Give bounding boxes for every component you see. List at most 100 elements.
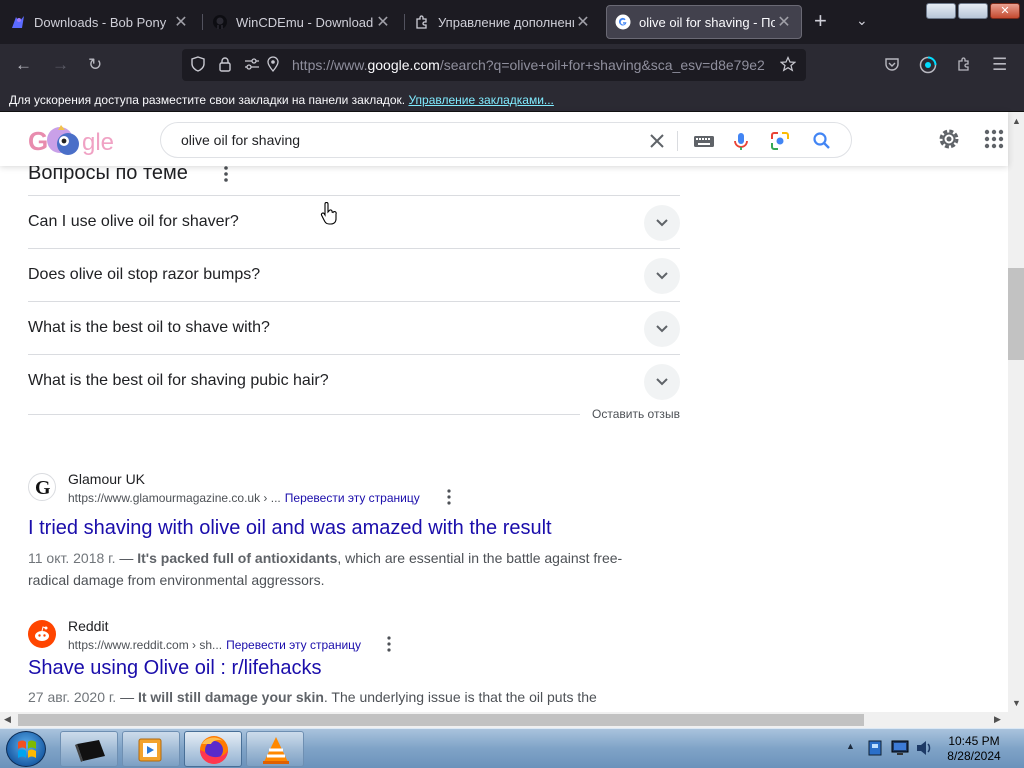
search-divider <box>677 131 678 151</box>
firefox-icon <box>200 736 228 764</box>
location-icon[interactable] <box>266 56 280 76</box>
search-box[interactable]: olive oil for shaving <box>160 122 852 158</box>
chevron-down-icon[interactable] <box>644 258 680 294</box>
chevron-down-icon[interactable] <box>644 205 680 241</box>
tab-addons-manager[interactable]: Управление дополнениями ✕ <box>406 5 600 39</box>
close-icon[interactable]: ✕ <box>775 12 793 32</box>
result-snippet: 11 окт. 2018 г. — It's packed full of an… <box>28 550 623 588</box>
tab-title: olive oil for shaving - Поиск <box>639 14 775 30</box>
vertical-scrollbar[interactable] <box>1008 112 1024 712</box>
bookmarks-toolbar: Для ускорения доступа разместите свои за… <box>0 86 1024 112</box>
lock-icon[interactable] <box>218 56 232 76</box>
menu-icon[interactable]: ☰ <box>992 56 1007 74</box>
google-doodle-logo[interactable]: G gle <box>28 124 118 158</box>
site-name[interactable]: Glamour UK <box>68 471 145 487</box>
site-name[interactable]: Reddit <box>68 618 108 634</box>
close-icon[interactable]: ✕ <box>574 12 592 32</box>
taskbar-clock[interactable]: 10:45 PM 8/28/2024 <box>934 734 1014 764</box>
close-icon[interactable]: ✕ <box>172 12 190 32</box>
address-bar[interactable]: https://www.google.com/search?q=olive+oi… <box>182 49 806 81</box>
voice-search-icon[interactable] <box>733 129 749 158</box>
horizontal-scrollbar-thumb[interactable] <box>18 714 864 726</box>
more-options-icon[interactable] <box>220 166 232 184</box>
close-window-button[interactable]: ✕ <box>990 3 1020 19</box>
vlc-icon <box>263 737 289 764</box>
more-options-icon[interactable] <box>444 488 454 506</box>
glamour-favicon[interactable]: G <box>28 473 56 501</box>
url-text[interactable]: https://www.google.com/search?q=olive+oi… <box>292 57 780 73</box>
tray-device-icon[interactable] <box>866 739 884 757</box>
taskbar-vlc[interactable] <box>246 731 304 767</box>
pocket-icon[interactable] <box>884 56 900 76</box>
clear-search-icon[interactable] <box>647 129 667 158</box>
permissions-icon[interactable] <box>244 56 260 76</box>
google-apps-icon[interactable] <box>984 129 1004 154</box>
related-question[interactable]: What is the best oil to shave with? <box>28 301 680 354</box>
related-question[interactable]: What is the best oil for shaving pubic h… <box>28 354 680 407</box>
divider <box>28 414 580 415</box>
tab-google-search[interactable]: olive oil for shaving - Поиск ✕ <box>606 5 802 39</box>
bookmark-star-icon[interactable] <box>779 56 797 76</box>
taskbar-firefox[interactable] <box>184 731 242 767</box>
downloads-progress-icon[interactable] <box>919 56 937 78</box>
feedback-link[interactable]: Оставить отзыв <box>592 407 680 421</box>
forward-button[interactable]: → <box>52 56 69 74</box>
more-options-icon[interactable] <box>384 635 394 653</box>
tab-downloads-bob-pony[interactable]: Downloads - Bob Pony ✕ <box>2 5 198 39</box>
volume-icon[interactable] <box>914 738 934 758</box>
scroll-up-arrow-icon[interactable]: ▲ <box>1012 116 1021 126</box>
google-icon <box>615 14 631 30</box>
new-tab-button[interactable]: + <box>814 10 827 32</box>
question-text: Can I use olive oil for shaver? <box>28 213 239 230</box>
related-question[interactable]: Can I use olive oil for shaver? <box>28 195 680 248</box>
lens-search-icon[interactable] <box>769 129 791 158</box>
list-all-tabs-button[interactable]: ⌄ <box>856 12 868 29</box>
scroll-down-arrow-icon[interactable]: ▼ <box>1012 698 1021 708</box>
manage-bookmarks-link[interactable]: Управление закладками... <box>408 93 553 107</box>
taskbar-terminal[interactable] <box>60 731 118 767</box>
search-result: G Glamour UK https://www.glamourmagazine… <box>28 471 668 588</box>
search-icon[interactable] <box>811 129 833 158</box>
chevron-down-icon[interactable] <box>644 311 680 347</box>
browser-tab-bar: Downloads - Bob Pony ✕ WinCDEmu - Downlo… <box>0 0 1024 44</box>
hand-cursor-icon <box>320 202 337 225</box>
network-icon[interactable] <box>890 739 910 757</box>
site-url[interactable]: https://www.reddit.com › sh... Перевести … <box>68 638 361 652</box>
taskbar-media-player[interactable] <box>122 731 180 767</box>
clock-date: 8/28/2024 <box>947 749 1001 763</box>
site-url[interactable]: https://www.glamourmagazine.co.uk › ... П… <box>68 491 420 505</box>
extensions-icon[interactable] <box>956 56 972 76</box>
windows-taskbar: ▲ 10:45 PM 8/28/2024 <box>0 728 1024 768</box>
minimize-button[interactable] <box>926 3 956 19</box>
settings-gear-icon[interactable] <box>937 127 961 156</box>
reload-button[interactable]: ↻ <box>88 56 102 74</box>
tab-separator <box>202 14 203 30</box>
scroll-left-arrow-icon[interactable]: ◀ <box>4 714 11 725</box>
tracking-protection-icon[interactable] <box>190 56 206 76</box>
related-question[interactable]: Does olive oil stop razor bumps? <box>28 248 680 301</box>
tab-title: Downloads - Bob Pony <box>34 14 167 30</box>
tab-title: WinCDEmu - Download <box>236 14 374 30</box>
translate-page-link[interactable]: Перевести эту страницу <box>226 638 361 652</box>
search-result: Reddit https://www.reddit.com › sh... Пер… <box>28 618 668 712</box>
start-button[interactable] <box>6 731 46 767</box>
vertical-scrollbar-thumb[interactable] <box>1008 268 1024 360</box>
maximize-button[interactable] <box>958 3 988 19</box>
reddit-favicon[interactable] <box>28 620 56 648</box>
search-input[interactable]: olive oil for shaving <box>181 132 300 148</box>
question-text: Does olive oil stop razor bumps? <box>28 266 261 283</box>
chevron-down-icon[interactable] <box>644 364 680 400</box>
clock-time: 10:45 PM <box>948 734 1000 748</box>
scroll-right-arrow-icon[interactable]: ▶ <box>994 714 1001 725</box>
puzzle-icon <box>414 14 430 30</box>
terminal-icon <box>75 740 105 762</box>
result-title-link[interactable]: I tried shaving with olive oil and was a… <box>28 517 552 540</box>
close-icon[interactable]: ✕ <box>374 12 392 32</box>
translate-page-link[interactable]: Перевести эту страницу <box>285 491 420 505</box>
result-title-link[interactable]: Shave using Olive oil : r/lifehacks <box>28 657 321 680</box>
bobpony-icon <box>10 14 26 30</box>
keyboard-icon[interactable] <box>693 129 715 158</box>
tab-wincdemu-download[interactable]: WinCDEmu - Download ✕ <box>204 5 400 39</box>
back-button[interactable]: ← <box>15 56 32 74</box>
show-hidden-icons-button[interactable]: ▲ <box>846 741 855 751</box>
